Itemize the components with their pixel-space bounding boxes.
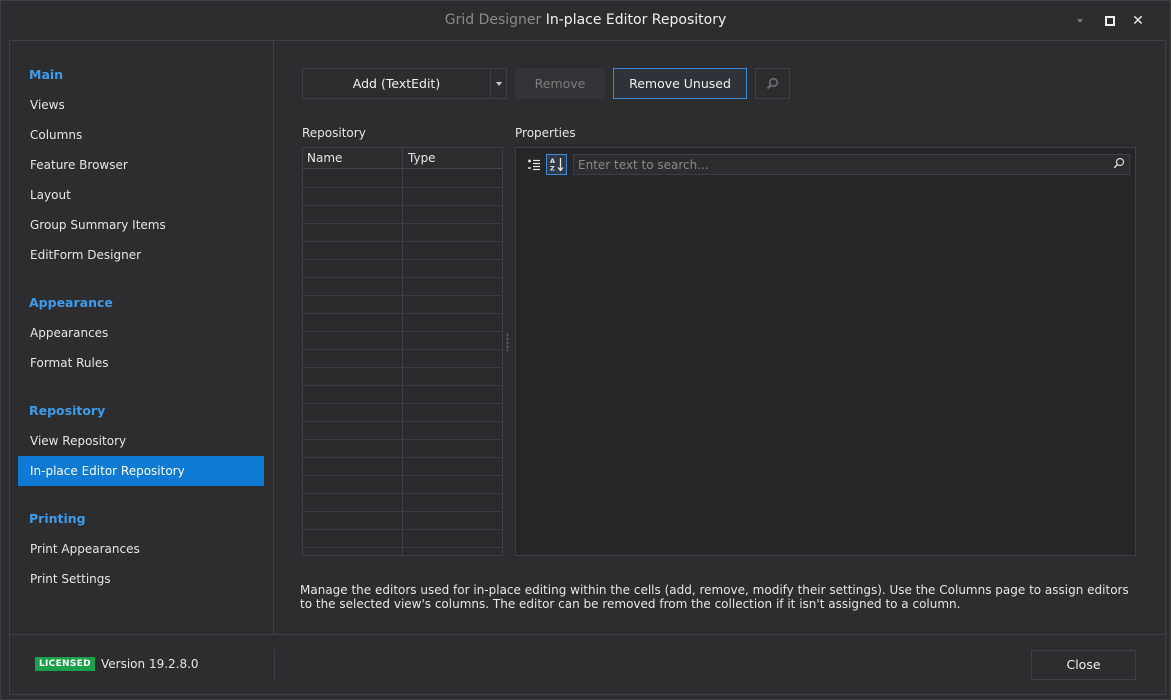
column-header-type[interactable]: Type bbox=[408, 151, 436, 165]
license-badge: LICENSED bbox=[35, 657, 95, 671]
nav-group-printing: Printing bbox=[29, 511, 86, 526]
window-title-prefix: Grid Designer bbox=[444, 12, 542, 28]
nav-item-print-appearances[interactable]: Print Appearances bbox=[18, 534, 264, 564]
nav-item-print-settings[interactable]: Print Settings bbox=[18, 564, 264, 594]
page-description: Manage the editors used for in-place edi… bbox=[300, 583, 1129, 611]
empty-grid-row-line bbox=[303, 331, 502, 332]
empty-grid-row-line bbox=[303, 367, 502, 368]
nav-item-format-rules[interactable]: Format Rules bbox=[18, 348, 264, 378]
close-button[interactable]: Close bbox=[1031, 650, 1136, 680]
categorized-icon bbox=[527, 159, 540, 170]
nav-item-feature-browser[interactable]: Feature Browser bbox=[18, 150, 264, 180]
close-icon: ✕ bbox=[1132, 13, 1144, 29]
empty-grid-row-line bbox=[303, 511, 502, 512]
nav-item-appearances[interactable]: Appearances bbox=[18, 318, 264, 348]
repository-label: Repository bbox=[302, 126, 366, 140]
categorized-view-button[interactable] bbox=[523, 154, 544, 175]
pane-splitter[interactable] bbox=[506, 333, 509, 351]
empty-grid-row-line bbox=[303, 241, 502, 242]
properties-label: Properties bbox=[515, 126, 576, 140]
nav-group-appearance: Appearance bbox=[29, 295, 113, 310]
property-grid[interactable]: A Z bbox=[515, 147, 1136, 556]
alphabetical-view-button[interactable]: A Z bbox=[546, 154, 567, 175]
empty-grid-row-line bbox=[303, 439, 502, 440]
window-title: Grid Designer In-place Editor Repository bbox=[1, 12, 1170, 28]
empty-grid-row-line bbox=[303, 205, 502, 206]
empty-grid-row-line bbox=[303, 475, 502, 476]
title-bar: Grid Designer In-place Editor Repository… bbox=[1, 1, 1170, 39]
empty-grid-row-line bbox=[303, 385, 502, 386]
empty-grid-row-line bbox=[303, 403, 502, 404]
nav-item-views[interactable]: Views bbox=[18, 90, 264, 120]
maximize-button[interactable] bbox=[1096, 11, 1124, 31]
remove-unused-button[interactable]: Remove Unused bbox=[613, 68, 747, 99]
empty-grid-row-line bbox=[303, 529, 502, 530]
nav-item-layout[interactable]: Layout bbox=[18, 180, 264, 210]
empty-grid-row-line bbox=[303, 547, 502, 548]
nav-item-columns[interactable]: Columns bbox=[18, 120, 264, 150]
nav-item-group-summary-items[interactable]: Group Summary Items bbox=[18, 210, 264, 240]
navigation-pane: Main Views Columns Feature Browser Layou… bbox=[10, 41, 274, 634]
property-search-box[interactable] bbox=[573, 154, 1130, 175]
empty-grid-row-line bbox=[303, 223, 502, 224]
search-icon bbox=[1113, 157, 1125, 169]
close-window-button[interactable]: ✕ bbox=[1124, 11, 1152, 31]
empty-grid-row-line bbox=[303, 421, 502, 422]
chevron-down-icon bbox=[1077, 19, 1083, 23]
maximize-icon bbox=[1105, 16, 1115, 26]
empty-grid-row-line bbox=[303, 295, 502, 296]
empty-grid-row-line bbox=[303, 187, 502, 188]
empty-grid-row-line bbox=[303, 457, 502, 458]
designer-footer: LICENSED Version 19.2.8.0 Close bbox=[10, 634, 1165, 694]
repository-grid[interactable]: Name Type bbox=[302, 147, 503, 556]
editor-repository-page: Add (TextEdit) Remove Remove Unused Repo… bbox=[275, 41, 1165, 634]
window-title-page: In-place Editor Repository bbox=[545, 12, 727, 28]
version-label: Version 19.2.8.0 bbox=[101, 657, 199, 671]
add-editor-split-button[interactable]: Add (TextEdit) bbox=[302, 68, 507, 99]
nav-group-repository: Repository bbox=[29, 403, 106, 418]
nav-item-in-place-editor-repository[interactable]: In-place Editor Repository bbox=[18, 456, 264, 486]
column-header-name[interactable]: Name bbox=[307, 151, 342, 165]
find-button[interactable] bbox=[755, 68, 790, 99]
nav-group-main: Main bbox=[29, 67, 64, 82]
add-editor-dropdown[interactable] bbox=[490, 69, 506, 98]
chevron-down-icon bbox=[495, 81, 502, 86]
color-grid-icon bbox=[1067, 15, 1069, 28]
empty-grid-row-line bbox=[303, 493, 502, 494]
empty-grid-row-line bbox=[303, 277, 502, 278]
empty-grid-row-line bbox=[303, 349, 502, 350]
empty-grid-row-line bbox=[303, 259, 502, 260]
nav-item-editform-designer[interactable]: EditForm Designer bbox=[18, 240, 264, 270]
empty-grid-row-line bbox=[303, 313, 502, 314]
add-editor-label: Add (TextEdit) bbox=[352, 76, 441, 91]
search-icon bbox=[766, 77, 779, 90]
designer-content: Main Views Columns Feature Browser Layou… bbox=[9, 40, 1166, 695]
nav-item-view-repository[interactable]: View Repository bbox=[18, 426, 264, 456]
skin-selector-button[interactable] bbox=[1068, 11, 1096, 31]
remove-button[interactable]: Remove bbox=[515, 68, 605, 99]
grid-designer-window: Grid Designer In-place Editor Repository… bbox=[0, 0, 1171, 700]
svg-text:Z: Z bbox=[550, 165, 555, 173]
sort-alphabetical-icon: A Z bbox=[550, 157, 563, 173]
property-search-input[interactable] bbox=[574, 155, 1104, 174]
